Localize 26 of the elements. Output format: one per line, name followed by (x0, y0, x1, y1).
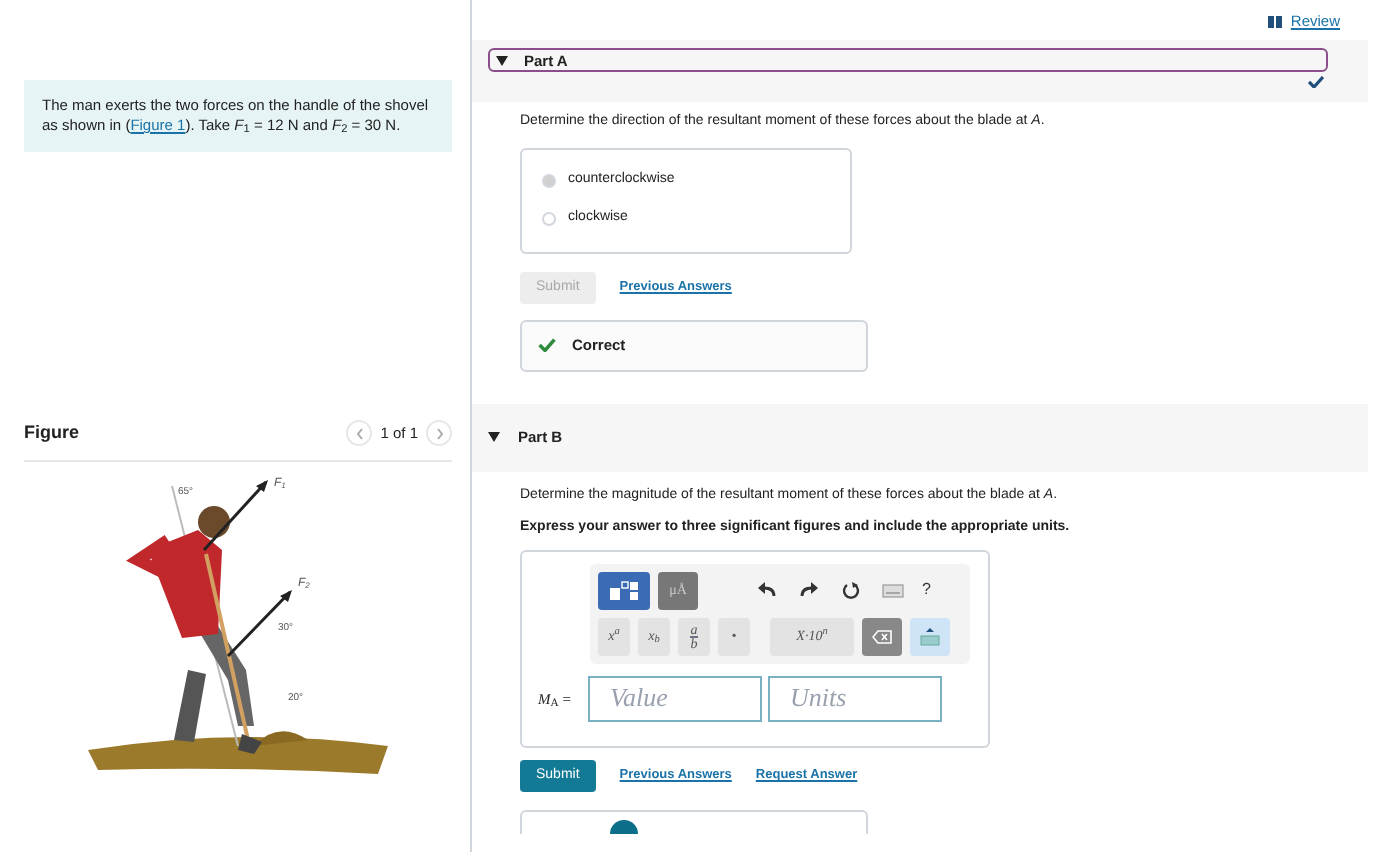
units-input[interactable]: Units (768, 675, 942, 722)
chevron-left-icon (355, 427, 364, 440)
redo-icon (799, 582, 817, 599)
keyboard-button[interactable] (910, 617, 950, 656)
review-icon (1268, 15, 1285, 28)
previous-button[interactable] (346, 420, 373, 447)
undo-icon (757, 582, 775, 599)
keyboard-up-icon (920, 626, 940, 647)
logo-icon (610, 819, 638, 834)
keyboard-icon (881, 583, 903, 598)
help-button[interactable]: ? (922, 578, 931, 603)
caret-down-icon (496, 55, 508, 66)
value-input[interactable]: Value (588, 675, 762, 722)
force-arrow (202, 479, 268, 550)
radio-button[interactable] (542, 173, 556, 187)
radio-button[interactable] (542, 212, 556, 226)
backspace-icon (872, 629, 892, 644)
reset-icon (841, 581, 859, 600)
check-icon (538, 338, 556, 353)
caret-down-icon (488, 432, 500, 443)
chevron-right-icon (435, 427, 443, 440)
templates-icon (608, 579, 640, 602)
templates-button[interactable] (598, 571, 650, 610)
figure-title: Figure (24, 420, 80, 446)
force-arrow (226, 589, 292, 657)
next-button[interactable] (426, 420, 452, 447)
